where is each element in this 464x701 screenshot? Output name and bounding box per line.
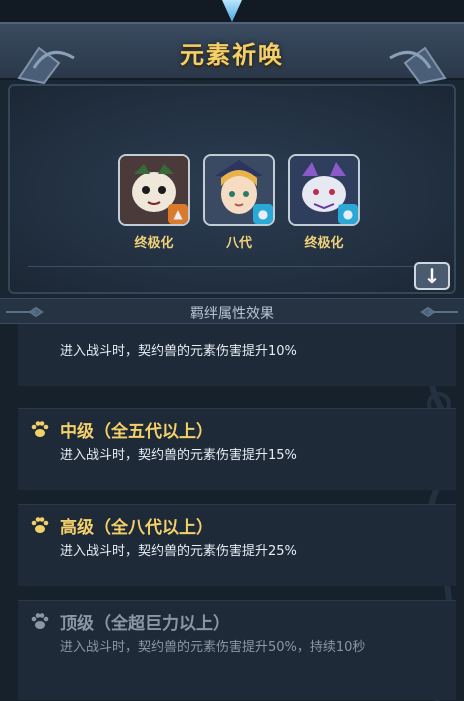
bond-item: 中级（全五代以上） 进入战斗时，契约兽的元素伤害提升15% bbox=[18, 408, 456, 490]
character-portrait[interactable]: ▲ bbox=[118, 154, 190, 226]
scroll-down-button[interactable]: ↓ bbox=[414, 262, 450, 290]
paw-icon bbox=[31, 613, 49, 629]
header-ornament-icon bbox=[420, 307, 458, 317]
section-header: 羁绊属性效果 bbox=[0, 298, 464, 324]
divider bbox=[28, 266, 436, 267]
bond-name: 高级（全八代以上） bbox=[60, 518, 213, 538]
character-portrait[interactable]: ● bbox=[288, 154, 360, 226]
arrow-down-icon: ↓ bbox=[423, 264, 441, 288]
character-portrait[interactable]: ● bbox=[203, 154, 275, 226]
title-bar: 元素祈唤 bbox=[0, 22, 464, 85]
water-element-icon: ● bbox=[253, 204, 273, 224]
bond-description: 进入战斗时，契约兽的元素伤害提升10% bbox=[60, 344, 297, 359]
character-tag: 八代 bbox=[225, 236, 252, 251]
character-tag: 终极化 bbox=[304, 236, 344, 251]
water-element-icon: ● bbox=[338, 204, 358, 224]
bond-name: 中级（全五代以上） bbox=[60, 422, 213, 442]
fire-element-icon: ▲ bbox=[168, 204, 188, 224]
bond-description: 进入战斗时，契约兽的元素伤害提升25% bbox=[60, 544, 297, 559]
character-panel: ▲ 终极化 ● 八代 ● 终极化 bbox=[8, 84, 456, 294]
character-tag: 终极化 bbox=[134, 236, 174, 251]
bond-description: 进入战斗时，契约兽的元素伤害提升15% bbox=[60, 448, 297, 463]
bond-name: 顶级（全超巨力以上） bbox=[60, 614, 230, 634]
bond-item: 高级（全八代以上） 进入战斗时，契约兽的元素伤害提升25% bbox=[18, 504, 456, 586]
section-title: 羁绊属性效果 bbox=[190, 306, 274, 322]
bond-item: 进入战斗时，契约兽的元素伤害提升10% bbox=[18, 324, 456, 386]
paw-icon bbox=[31, 421, 49, 437]
paw-icon bbox=[31, 517, 49, 533]
bond-description: 进入战斗时，契约兽的元素伤害提升50%，持续10秒 bbox=[60, 640, 366, 655]
bond-effect-list[interactable]: 进入战斗时，契约兽的元素伤害提升10% 中级（全五代以上） 进入战斗时，契约兽的… bbox=[0, 324, 464, 701]
corner-ornament-icon bbox=[389, 46, 447, 85]
bond-item-locked: 顶级（全超巨力以上） 进入战斗时，契约兽的元素伤害提升50%，持续10秒 bbox=[18, 600, 456, 700]
